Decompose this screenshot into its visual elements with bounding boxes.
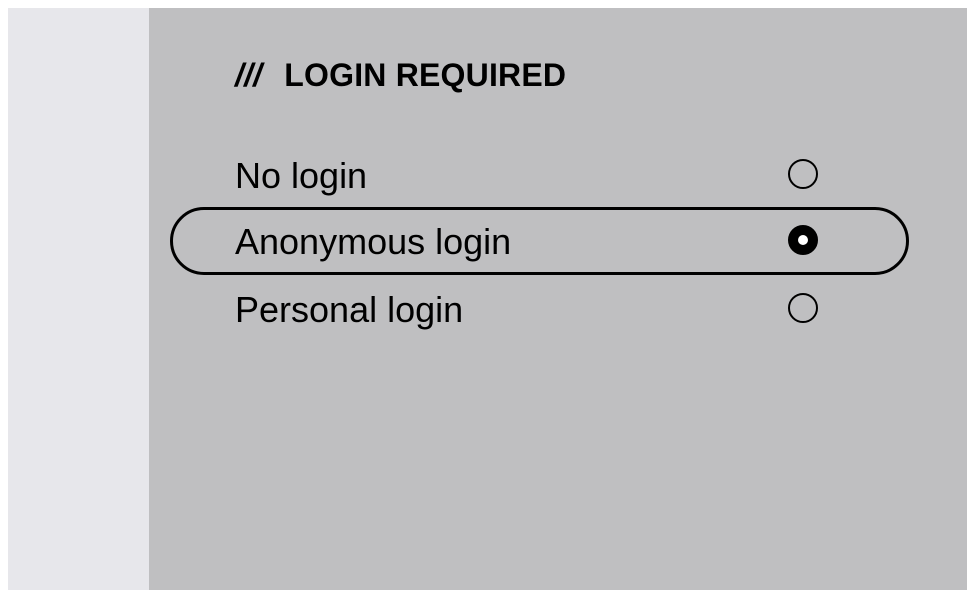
radio-unchecked-icon[interactable] — [788, 293, 818, 323]
side-panel — [8, 8, 149, 590]
option-label: Anonymous login — [235, 221, 512, 262]
option-anonymous-login[interactable]: Anonymous login — [149, 209, 967, 275]
radio-checked-icon[interactable] — [788, 225, 818, 255]
option-label: No login — [235, 155, 368, 196]
screen: /// LOGIN REQUIRED No login Anonymous lo… — [8, 8, 967, 590]
option-no-login[interactable]: No login — [149, 143, 967, 209]
login-required-menu: /// LOGIN REQUIRED No login Anonymous lo… — [149, 8, 967, 590]
menu-title: LOGIN REQUIRED — [284, 57, 567, 93]
option-personal-login[interactable]: Personal login — [149, 277, 967, 343]
menu-header: /// LOGIN REQUIRED — [235, 57, 566, 94]
radio-unchecked-icon[interactable] — [788, 159, 818, 189]
title-slash-mark: /// — [235, 57, 263, 93]
option-label: Personal login — [235, 289, 464, 330]
